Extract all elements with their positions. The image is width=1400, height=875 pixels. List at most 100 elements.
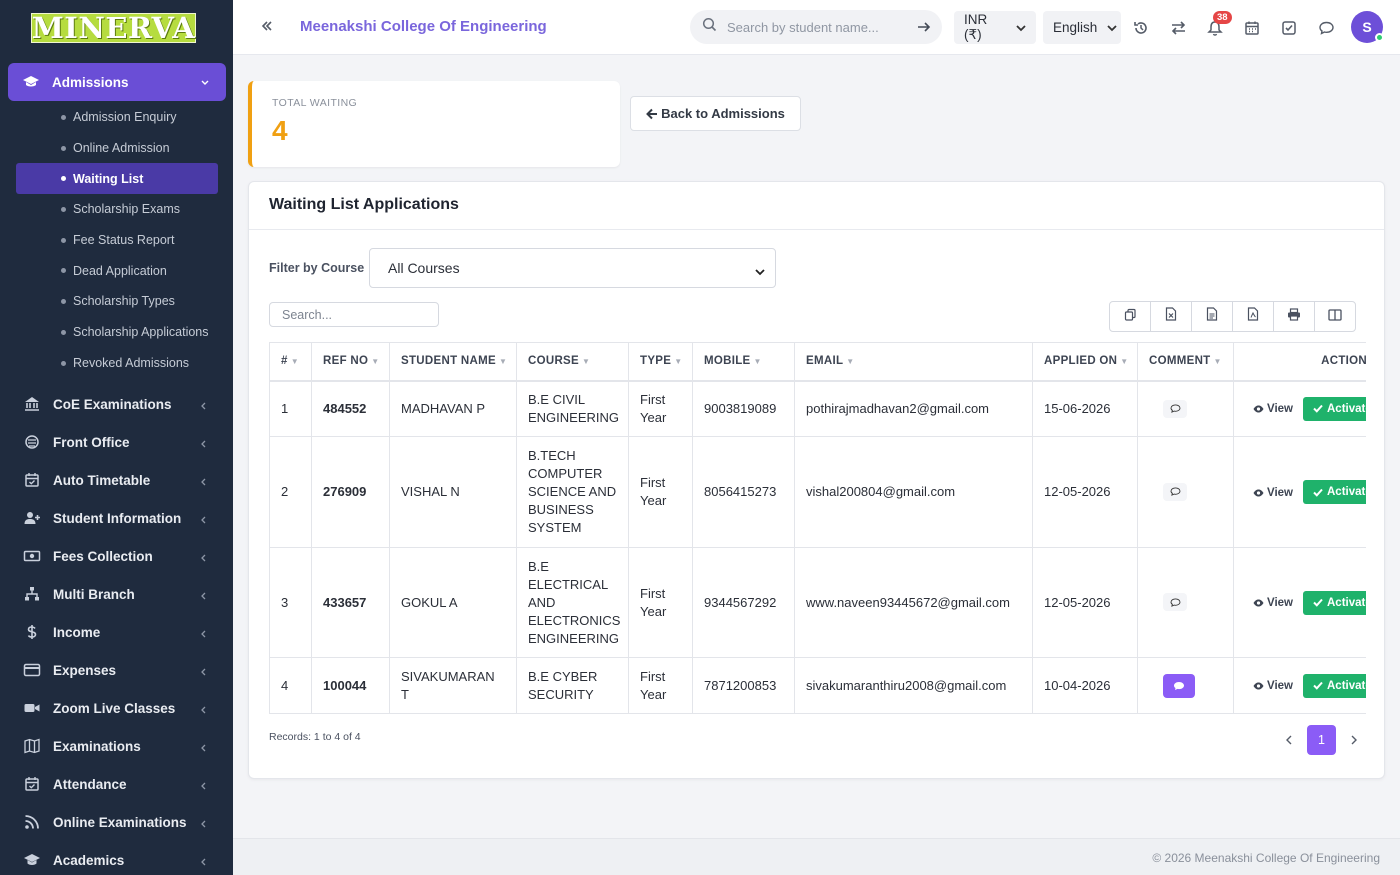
sort-icon: ▼ — [1120, 357, 1129, 367]
column-header[interactable]: ACTION — [1233, 342, 1366, 382]
collapse-sidebar-icon[interactable] — [260, 19, 274, 38]
view-button[interactable]: View — [1253, 484, 1293, 502]
activate-button[interactable]: Activate — [1303, 396, 1366, 421]
search-submit-icon[interactable] — [917, 20, 931, 39]
sidebar: MINERVA Admissions Admission Enquiry Onli… — [0, 0, 233, 875]
submenu-item[interactable]: Fee Status Report — [0, 225, 233, 256]
check-icon — [1313, 681, 1323, 690]
back-to-admissions-button[interactable]: Back to Admissions — [630, 96, 801, 131]
pdf-button[interactable] — [1232, 301, 1274, 332]
column-header[interactable]: # ▼ — [269, 342, 312, 382]
table-row: 2 276909 VISHAL N B.TECH COMPUTER SCIENCE A… — [269, 436, 1366, 548]
column-header[interactable]: EMAIL ▼ — [794, 342, 1033, 382]
chevron-down-icon — [1107, 20, 1117, 35]
sidebar-item-online-examinations[interactable]: Online Examinations — [0, 803, 233, 841]
action-cell: View Activate — [1233, 547, 1366, 658]
view-button[interactable]: View — [1253, 594, 1293, 612]
column-header[interactable]: MOBILE ▼ — [692, 342, 795, 382]
sidebar-item-zoom-live-classes[interactable]: Zoom Live Classes — [0, 689, 233, 727]
sidebar-item-student-information[interactable]: Student Information — [0, 499, 233, 537]
view-button[interactable]: View — [1253, 400, 1293, 418]
bullet-icon — [61, 115, 66, 120]
sidebar-item-auto-timetable[interactable]: Auto Timetable — [0, 461, 233, 499]
comment-icon[interactable] — [1163, 673, 1195, 698]
check-icon — [1313, 488, 1323, 497]
sidebar-item-examinations[interactable]: Examinations — [0, 727, 233, 765]
sidebar-item-front-office[interactable]: Front Office — [0, 423, 233, 461]
bell-icon[interactable]: 38 — [1205, 11, 1232, 38]
print-icon — [1287, 307, 1301, 326]
calendar-icon[interactable] — [1242, 18, 1262, 38]
comment-icon[interactable] — [1163, 593, 1187, 612]
task-check-icon[interactable] — [1279, 18, 1299, 38]
switch-icon[interactable] — [1168, 18, 1188, 38]
excel-button[interactable] — [1150, 301, 1192, 332]
print-button[interactable] — [1273, 301, 1315, 332]
view-button[interactable]: View — [1253, 677, 1293, 695]
activate-button[interactable]: Activate — [1303, 673, 1366, 698]
activate-button[interactable]: Activate — [1303, 480, 1366, 504]
course-cell: B.TECH COMPUTER SCIENCE AND BUSINESS SYS… — [516, 436, 629, 548]
comment-cell — [1137, 380, 1234, 437]
user-avatar[interactable]: S — [1351, 11, 1384, 43]
submenu-label: Fee Status Report — [73, 233, 175, 248]
sidebar-item-admissions[interactable]: Admissions — [8, 63, 226, 101]
waiting-list-card: Waiting List Applications Filter by Cour… — [248, 181, 1385, 779]
search-input[interactable] — [727, 19, 907, 35]
column-header[interactable]: COURSE ▼ — [516, 342, 629, 382]
chat-icon[interactable] — [1316, 18, 1336, 38]
page-button-1[interactable]: 1 — [1307, 725, 1336, 755]
submenu-item[interactable]: Online Admission — [0, 133, 233, 164]
credit-card-icon — [23, 661, 41, 679]
csv-button[interactable] — [1191, 301, 1233, 332]
chevron-left-icon — [199, 665, 207, 680]
sidebar-item-expenses[interactable]: Expenses — [0, 651, 233, 689]
sidebar-item-label: Admissions — [52, 74, 129, 90]
calendar-check-icon — [23, 471, 41, 489]
sidebar-item-income[interactable]: Income — [0, 613, 233, 651]
column-header[interactable]: TYPE ▼ — [628, 342, 693, 382]
activate-button[interactable]: Activate — [1303, 590, 1366, 615]
submenu-item[interactable]: Dead Application — [0, 255, 233, 286]
sidebar-item-label: Fees Collection — [53, 548, 153, 564]
submenu-item[interactable]: Admission Enquiry — [0, 102, 233, 133]
sort-icon: ▼ — [753, 357, 762, 367]
submenu-item[interactable]: Scholarship Exams — [0, 194, 233, 225]
sort-icon: ▼ — [582, 357, 591, 367]
back-button-label: Back to Admissions — [661, 106, 785, 121]
chevron-left-icon — [199, 475, 207, 490]
language-value: English — [1053, 20, 1098, 35]
sidebar-item-academics[interactable]: Academics — [0, 841, 233, 875]
sidebar-item-fees-collection[interactable]: Fees Collection — [0, 537, 233, 575]
column-header[interactable]: REF NO ▼ — [311, 342, 390, 382]
column-header[interactable]: COMMENT ▼ — [1137, 342, 1234, 382]
column-header[interactable]: STUDENT NAME ▼ — [389, 342, 517, 382]
columns-button[interactable] — [1314, 301, 1356, 332]
submenu-item[interactable]: Revoked Admissions — [0, 348, 233, 379]
column-header-label: APPLIED ON — [1044, 355, 1118, 368]
comment-icon[interactable] — [1163, 399, 1187, 418]
stat-label: TOTAL WAITING — [272, 97, 358, 109]
submenu-item[interactable]: Scholarship Applications — [0, 317, 233, 348]
sort-icon: ▼ — [371, 357, 380, 367]
submenu-label: Dead Application — [73, 263, 167, 278]
language-select[interactable]: English — [1043, 11, 1121, 44]
column-header-label: # — [281, 355, 288, 368]
next-page-icon[interactable] — [1340, 726, 1368, 754]
column-header[interactable]: APPLIED ON ▼ — [1032, 342, 1138, 382]
sidebar-item-multi-branch[interactable]: Multi Branch — [0, 575, 233, 613]
sidebar-item-coe-examinations[interactable]: CoE Examinations — [0, 385, 233, 423]
submenu-item[interactable]: Waiting List — [16, 163, 218, 195]
copy-button[interactable] — [1109, 301, 1151, 332]
history-icon[interactable] — [1131, 18, 1151, 38]
course-filter-select[interactable]: All Courses — [369, 248, 776, 288]
stat-value: 4 — [272, 115, 288, 146]
bullet-icon — [61, 176, 66, 182]
minerva-logo[interactable]: MINERVA — [31, 11, 196, 45]
currency-select[interactable]: INR (₹) — [954, 11, 1036, 44]
comment-icon[interactable] — [1163, 482, 1187, 501]
table-search-input[interactable] — [269, 302, 439, 327]
submenu-item[interactable]: Scholarship Types — [0, 286, 233, 317]
prev-page-icon[interactable] — [1275, 726, 1303, 754]
sidebar-item-attendance[interactable]: Attendance — [0, 765, 233, 803]
